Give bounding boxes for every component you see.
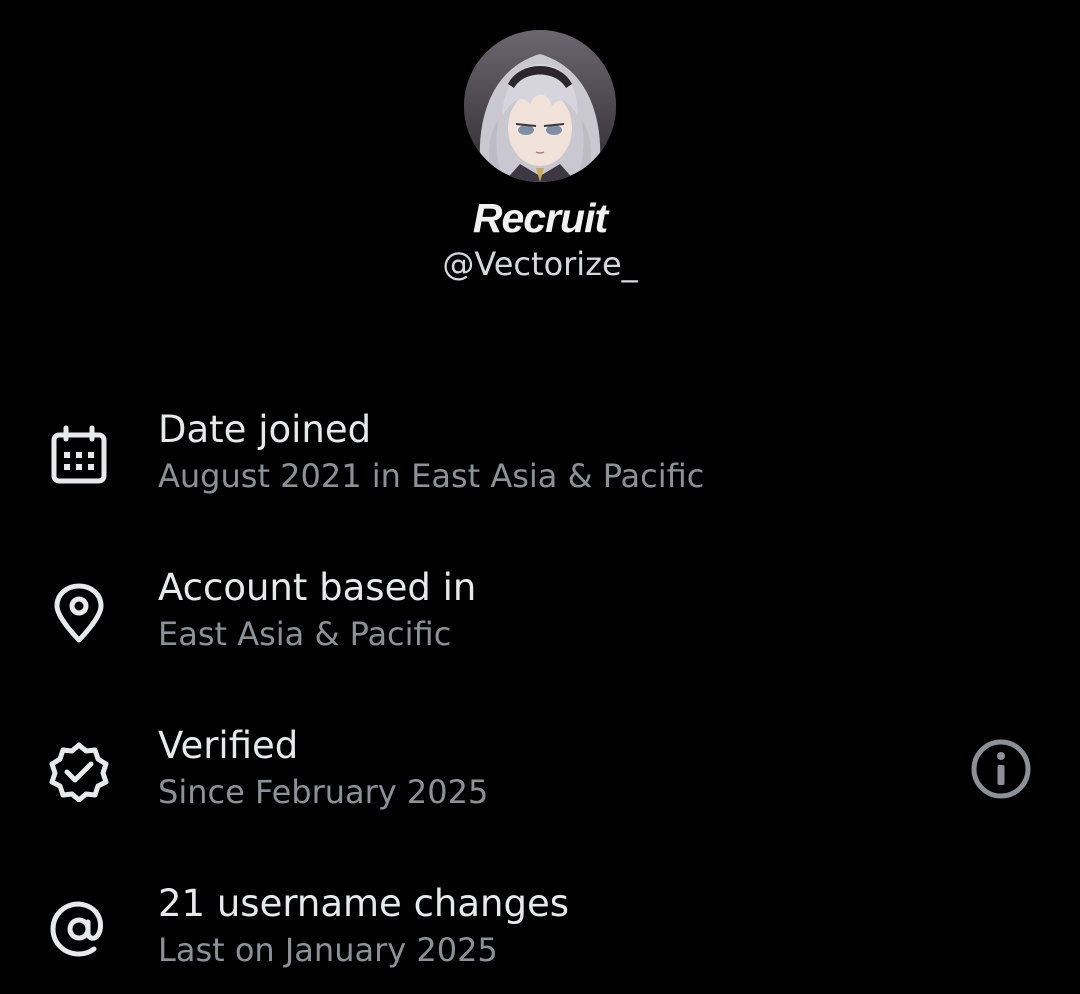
info-subtitle: August 2021 in East Asia & Pacific (158, 457, 705, 495)
info-text: Verified Since February 2025 (158, 722, 488, 814)
info-title: Account based in (158, 566, 477, 609)
info-title: Date joined (158, 408, 372, 451)
info-text: Account based in East Asia & Pacific (158, 564, 476, 656)
calendar-icon (51, 425, 107, 484)
username-handle: @Vectorize_ (442, 245, 638, 283)
about-account-page: Recruit @Vectorize_ Date joined August 2… (0, 0, 1080, 994)
at-sign-icon (50, 901, 104, 957)
info-text: 21 username changes Last on January 2025 (158, 880, 569, 972)
info-subtitle: Since February 2025 (158, 773, 489, 811)
avatar[interactable] (464, 30, 616, 182)
info-row-username-changes: 21 username changes Last on January 2025 (0, 876, 1080, 994)
info-title: Verified (158, 724, 299, 767)
info-subtitle: Last on January 2025 (158, 931, 498, 969)
avatar-image (464, 30, 616, 182)
account-info-list: Date joined August 2021 in East Asia & P… (0, 402, 1080, 994)
info-row-date-joined: Date joined August 2021 in East Asia & P… (0, 402, 1080, 560)
verified-badge-icon (49, 742, 109, 802)
display-name: Recruit (472, 195, 608, 241)
info-title: 21 username changes (158, 882, 570, 925)
location-pin-icon (54, 583, 104, 643)
profile-header: Recruit @Vectorize_ (0, 30, 1080, 286)
info-subtitle: East Asia & Pacific (158, 615, 452, 653)
info-text: Date joined August 2021 in East Asia & P… (158, 406, 704, 498)
info-row-verified: Verified Since February 2025 (0, 718, 1080, 876)
info-row-account-based-in: Account based in East Asia & Pacific (0, 560, 1080, 718)
info-icon[interactable] (968, 736, 1034, 802)
